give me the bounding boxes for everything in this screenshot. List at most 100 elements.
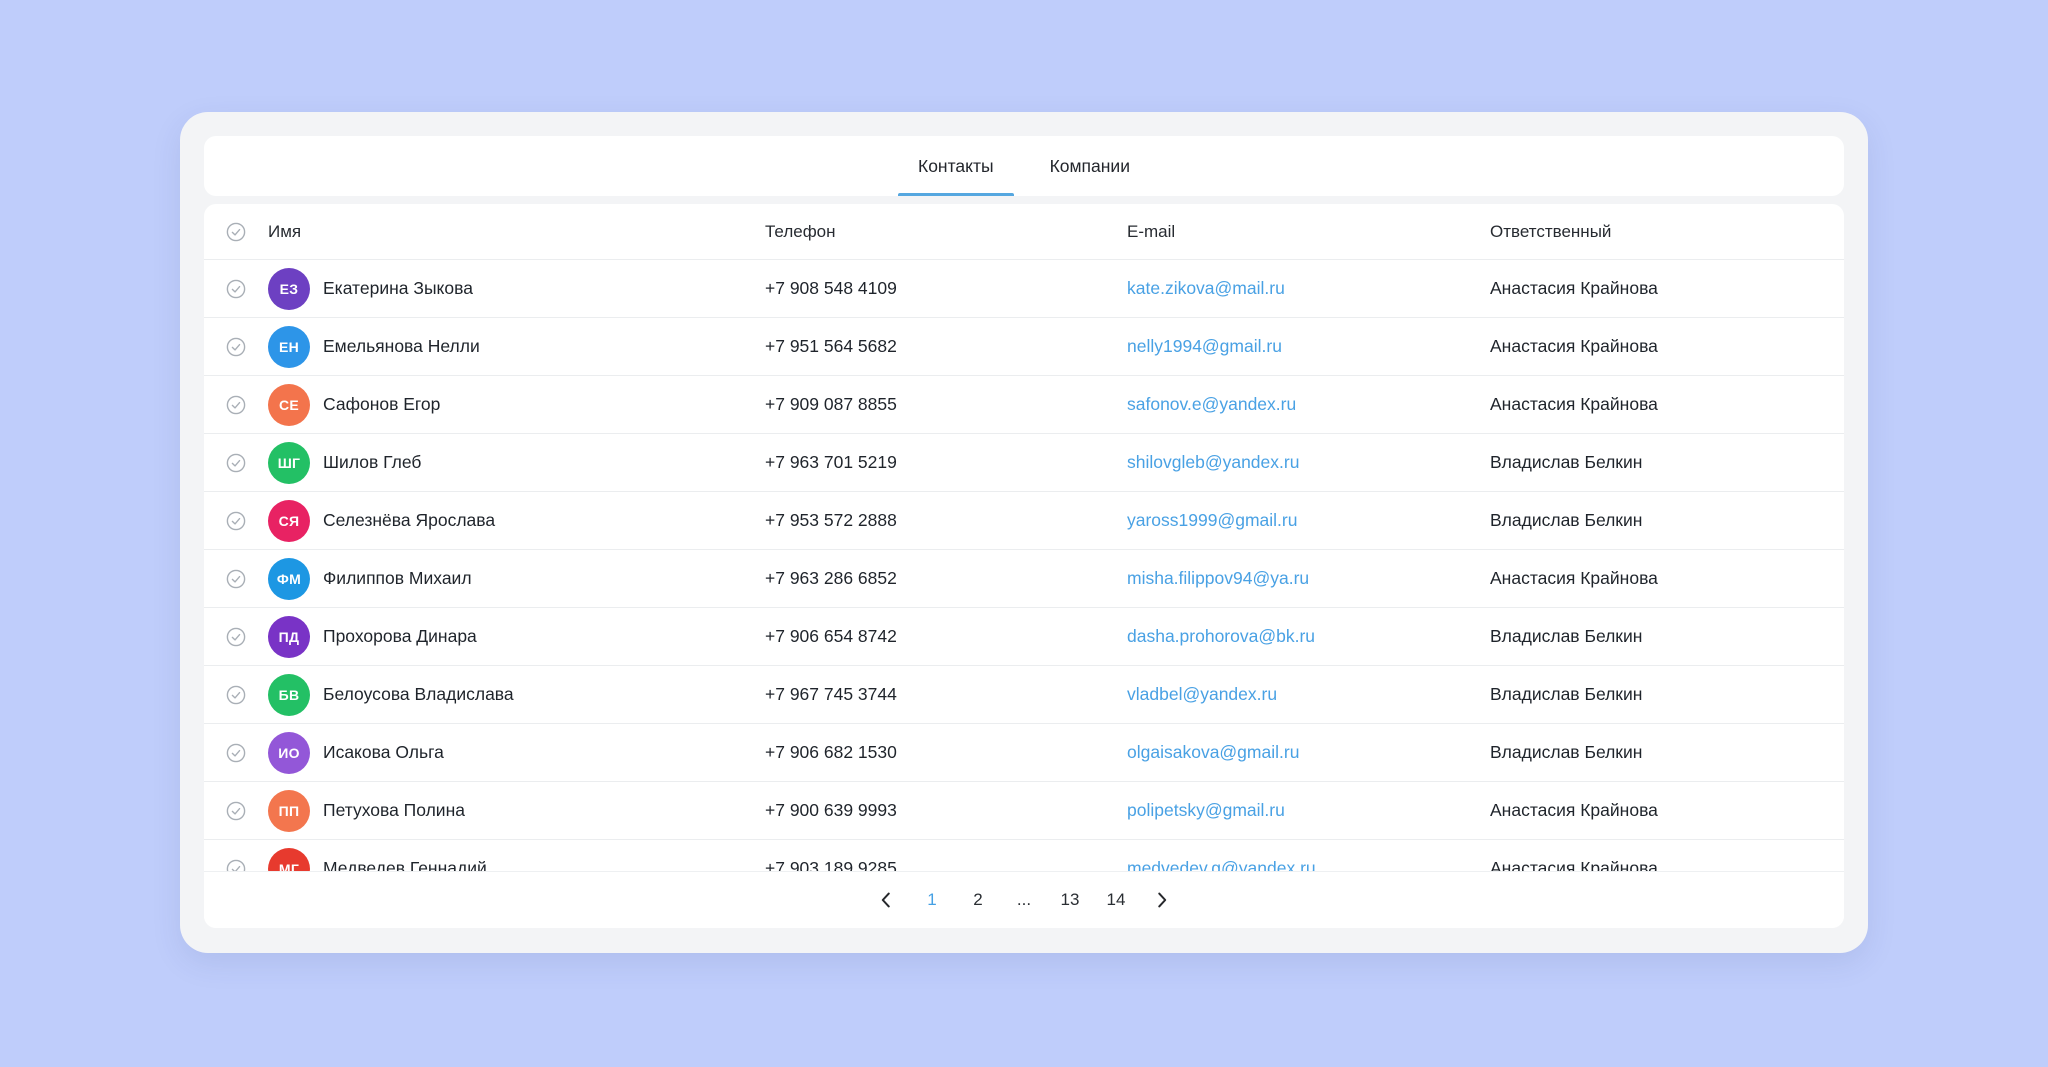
avatar-initials: ЕН	[279, 339, 299, 355]
contact-owner: Анастасия Крайнова	[1490, 336, 1844, 357]
contact-name: Петухова Полина	[323, 800, 765, 821]
pagination: 12... 13 14	[204, 871, 1844, 928]
page-button[interactable]: 14	[1102, 884, 1130, 916]
avatar-initials: ФМ	[277, 571, 301, 587]
contact-name: Исакова Ольга	[323, 742, 765, 763]
tab-companies[interactable]: Компании	[1030, 136, 1150, 196]
contact-email-link[interactable]: yaross1999@gmail.ru	[1127, 510, 1297, 530]
tab-companies-label: Компании	[1050, 156, 1130, 177]
page-button[interactable]: 1	[918, 884, 946, 916]
contact-email-link[interactable]: kate.zikova@mail.ru	[1127, 278, 1285, 298]
contact-email-link[interactable]: vladbel@yandex.ru	[1127, 684, 1277, 704]
contact-avatar: ПД	[268, 616, 310, 658]
row-checkbox[interactable]	[226, 743, 246, 763]
table-row[interactable]: ФМ Филиппов Михаил +7 963 286 6852 misha…	[204, 550, 1844, 608]
contact-phone: +7 963 286 6852	[765, 568, 1127, 589]
contact-phone: +7 967 745 3744	[765, 684, 1127, 705]
select-all-checkbox[interactable]	[226, 222, 246, 242]
contact-owner: Владислав Белкин	[1490, 742, 1844, 763]
table-row[interactable]: БВ Белоусова Владислава +7 967 745 3744 …	[204, 666, 1844, 724]
contact-name: Прохорова Динара	[323, 626, 765, 647]
contact-email-link[interactable]: olgaisakova@gmail.ru	[1127, 742, 1299, 762]
table-row[interactable]: СЯ Селезнёва Ярослава +7 953 572 2888 ya…	[204, 492, 1844, 550]
table-row[interactable]: СЕ Сафонов Егор +7 909 087 8855 safonov.…	[204, 376, 1844, 434]
contact-email-link[interactable]: polipetsky@gmail.ru	[1127, 800, 1285, 820]
avatar-initials: ПД	[279, 629, 300, 645]
prev-page-button[interactable]	[872, 884, 900, 916]
contact-name: Емельянова Нелли	[323, 336, 765, 357]
contact-name: Филиппов Михаил	[323, 568, 765, 589]
contact-name: Екатерина Зыкова	[323, 278, 765, 299]
avatar-initials: ШГ	[278, 455, 301, 471]
avatar-initials: СЕ	[279, 397, 299, 413]
table-body: ЕЗ Екатерина Зыкова +7 908 548 4109 kate…	[204, 260, 1844, 898]
page-ellipsis: ...	[1010, 884, 1038, 916]
contact-owner: Анастасия Крайнова	[1490, 278, 1844, 299]
contact-email-link[interactable]: shilovgleb@yandex.ru	[1127, 452, 1299, 472]
contact-avatar: СЯ	[268, 500, 310, 542]
contact-owner: Анастасия Крайнова	[1490, 394, 1844, 415]
avatar-initials: СЯ	[279, 513, 300, 529]
contact-owner: Анастасия Крайнова	[1490, 568, 1844, 589]
contact-avatar: ЕН	[268, 326, 310, 368]
row-checkbox[interactable]	[226, 395, 246, 415]
row-checkbox[interactable]	[226, 569, 246, 589]
avatar-initials: ЕЗ	[280, 281, 299, 297]
contact-owner: Владислав Белкин	[1490, 452, 1844, 473]
row-checkbox[interactable]	[226, 337, 246, 357]
table-row[interactable]: ПД Прохорова Динара +7 906 654 8742 dash…	[204, 608, 1844, 666]
tab-bar: Контакты Компании	[204, 136, 1844, 196]
row-checkbox[interactable]	[226, 627, 246, 647]
table-row[interactable]: ЕЗ Екатерина Зыкова +7 908 548 4109 kate…	[204, 260, 1844, 318]
table-row[interactable]: ПП Петухова Полина +7 900 639 9993 polip…	[204, 782, 1844, 840]
contact-phone: +7 963 701 5219	[765, 452, 1127, 473]
row-checkbox[interactable]	[226, 685, 246, 705]
contact-phone: +7 953 572 2888	[765, 510, 1127, 531]
column-header-name: Имя	[268, 222, 765, 242]
contact-avatar: ЕЗ	[268, 268, 310, 310]
table-header-row: Имя Телефон E-mail Ответственный	[204, 204, 1844, 260]
page-button[interactable]: 13	[1056, 884, 1084, 916]
contact-owner: Владислав Белкин	[1490, 684, 1844, 705]
row-checkbox[interactable]	[226, 801, 246, 821]
contacts-table: Имя Телефон E-mail Ответственный ЕЗ Екат…	[204, 204, 1844, 928]
tab-contacts-label: Контакты	[918, 156, 994, 177]
contact-name: Селезнёва Ярослава	[323, 510, 765, 531]
table-row[interactable]: ИО Исакова Ольга +7 906 682 1530 olgaisa…	[204, 724, 1844, 782]
contact-avatar: БВ	[268, 674, 310, 716]
contact-name: Шилов Глеб	[323, 452, 765, 473]
row-checkbox[interactable]	[226, 453, 246, 473]
app-card: Контакты Компании Имя Телефон E-mail Отв…	[180, 112, 1868, 953]
contact-name: Сафонов Егор	[323, 394, 765, 415]
column-header-phone: Телефон	[765, 222, 1127, 242]
contact-phone: +7 909 087 8855	[765, 394, 1127, 415]
row-checkbox[interactable]	[226, 279, 246, 299]
contact-avatar: ФМ	[268, 558, 310, 600]
page-button[interactable]: 2	[964, 884, 992, 916]
contact-phone: +7 906 654 8742	[765, 626, 1127, 647]
page-numbers: 12... 13 14	[918, 884, 1130, 916]
contact-email-link[interactable]: dasha.prohorova@bk.ru	[1127, 626, 1315, 646]
table-row[interactable]: ЕН Емельянова Нелли +7 951 564 5682 nell…	[204, 318, 1844, 376]
contact-phone: +7 908 548 4109	[765, 278, 1127, 299]
contact-avatar: ШГ	[268, 442, 310, 484]
contact-phone: +7 906 682 1530	[765, 742, 1127, 763]
row-checkbox[interactable]	[226, 511, 246, 531]
column-header-email: E-mail	[1127, 222, 1490, 242]
column-header-owner: Ответственный	[1490, 222, 1844, 242]
active-tab-underline	[898, 193, 1014, 196]
contact-email-link[interactable]: safonov.e@yandex.ru	[1127, 394, 1296, 414]
table-row[interactable]: ШГ Шилов Глеб +7 963 701 5219 shilovgleb…	[204, 434, 1844, 492]
avatar-initials: ПП	[279, 803, 300, 819]
contact-avatar: ИО	[268, 732, 310, 774]
contact-avatar: ПП	[268, 790, 310, 832]
contact-avatar: СЕ	[268, 384, 310, 426]
avatar-initials: БВ	[279, 687, 300, 703]
avatar-initials: ИО	[278, 745, 300, 761]
next-page-button[interactable]	[1148, 884, 1176, 916]
tab-contacts[interactable]: Контакты	[898, 136, 1014, 196]
contact-email-link[interactable]: nelly1994@gmail.ru	[1127, 336, 1282, 356]
contact-owner: Владислав Белкин	[1490, 510, 1844, 531]
contact-name: Белоусова Владислава	[323, 684, 765, 705]
contact-email-link[interactable]: misha.filippov94@ya.ru	[1127, 568, 1309, 588]
